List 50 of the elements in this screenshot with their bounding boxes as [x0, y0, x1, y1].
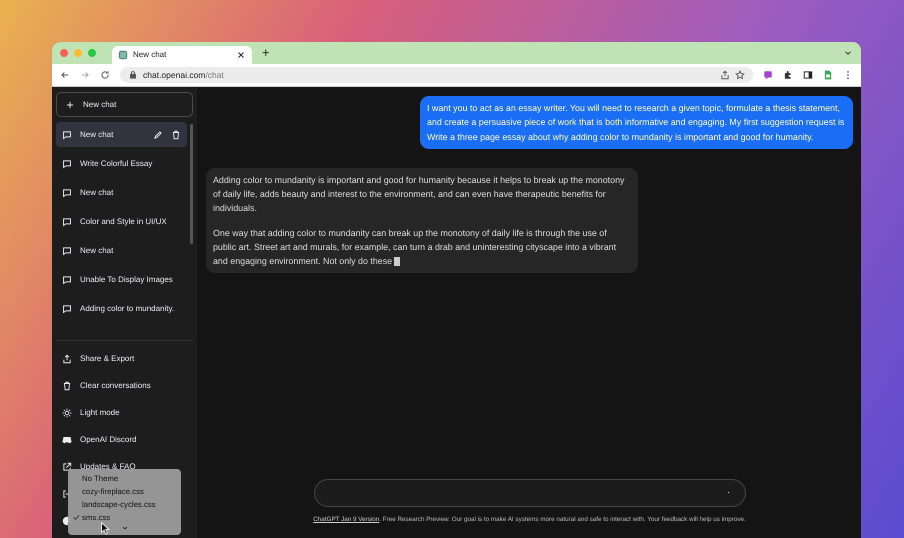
- browser-tab[interactable]: New chat: [112, 46, 252, 64]
- chevron-down-icon[interactable]: [120, 524, 128, 532]
- url-text: chat.openai.com/chat: [143, 68, 224, 82]
- back-icon[interactable]: [60, 70, 70, 80]
- chat-bubble-icon: [62, 274, 72, 284]
- trash-icon[interactable]: [171, 130, 181, 140]
- lock-icon: [128, 70, 138, 80]
- edit-icon[interactable]: [153, 130, 163, 140]
- message-text: I want you to act as an essay writer. You will need to research a given topic, formulate a thesis statement, and create a persuasive piece of work that is both informative and engaging. My first suggestion request is Write a three page essay about why adding color to mundanity is important and good for humanity.: [427, 102, 846, 144]
- menu-item[interactable]: Updates & FAQ: [80, 460, 136, 472]
- sheet-icon[interactable]: [823, 70, 833, 80]
- reload-icon[interactable]: [100, 70, 110, 80]
- extension-icon[interactable]: [763, 70, 773, 80]
- chat-item[interactable]: Color and Style in UI/UX: [56, 209, 187, 234]
- tab-title: New chat: [133, 49, 168, 61]
- message-input[interactable]: [314, 478, 746, 507]
- chat-bubble-icon: [62, 188, 72, 198]
- address-bar[interactable]: chat.openai.com/chat: [120, 67, 753, 83]
- plus-icon: [65, 100, 75, 110]
- chat-bubble-icon: [62, 216, 72, 226]
- close-icon[interactable]: [236, 50, 246, 60]
- chat-item[interactable]: New chat: [56, 238, 187, 263]
- chat-item[interactable]: Unable To Display Images: [56, 267, 187, 292]
- scrollbar[interactable]: [190, 124, 193, 244]
- chat-bubble-icon: [62, 246, 72, 256]
- menu-item[interactable]: Share & Export: [80, 352, 134, 364]
- chat-item[interactable]: Write Colorful Essay: [56, 151, 187, 176]
- chat-item[interactable]: Adding color to mundanity.: [56, 296, 187, 321]
- trash-icon: [62, 380, 72, 390]
- new-chat-button[interactable]: New chat: [56, 92, 193, 117]
- new-tab-button[interactable]: +: [262, 43, 270, 63]
- menu-item[interactable]: Light mode: [80, 406, 120, 418]
- chat-bubble-icon: [62, 304, 72, 314]
- menu-item[interactable]: Clear conversations: [80, 380, 151, 392]
- sidebar-icon[interactable]: [803, 70, 813, 80]
- share-icon: [62, 354, 72, 364]
- chat-bubble-icon: [62, 158, 72, 168]
- star-icon[interactable]: [735, 70, 745, 80]
- chat-logo-icon: [118, 50, 128, 60]
- puzzle-icon[interactable]: [783, 70, 793, 80]
- share-icon[interactable]: [720, 70, 730, 80]
- chat-item[interactable]: New chat: [56, 122, 187, 147]
- chat-item[interactable]: New chat: [56, 180, 187, 205]
- menu-item[interactable]: OpenAI Discord: [80, 434, 136, 446]
- sun-icon: [62, 408, 72, 418]
- external-link-icon: [62, 462, 72, 472]
- send-dot-icon[interactable]: [726, 490, 730, 496]
- message-text: One way that adding color to mundanity can break up the monotony of daily life is through the use of public art. Street art and murals, for example, can turn a drab and uninteresting cityscape into a vibrant and engaging environment. Not only do these: [213, 226, 618, 268]
- chat-bubble-icon: [62, 130, 72, 140]
- message-text: Adding color to mundanity is important and good for humanity because it helps to break up the monotony of daily life, adds beauty and interest to the environment, and can even have therapeutic benefits for individuals.: [213, 174, 626, 216]
